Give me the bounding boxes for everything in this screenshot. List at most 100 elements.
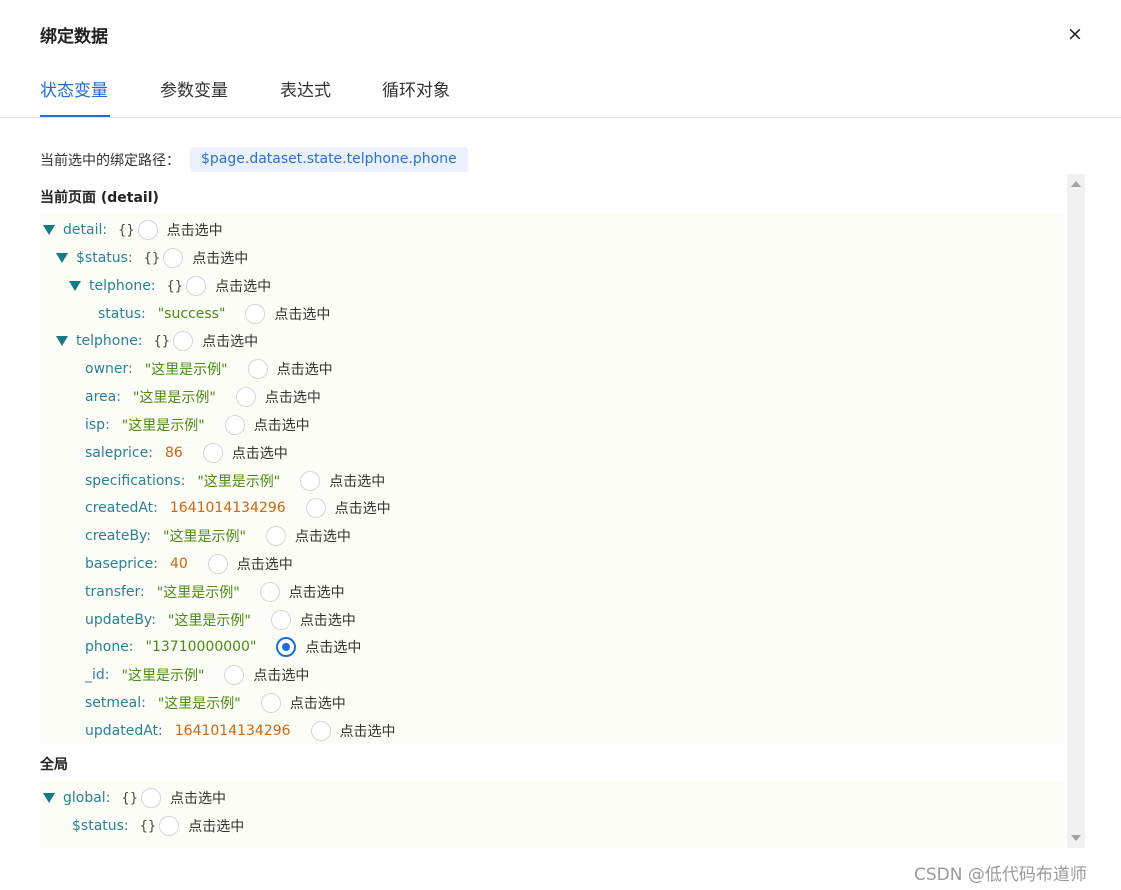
tree-value: "这里是示例" — [167, 613, 251, 629]
active-tab-indicator — [40, 115, 110, 117]
select-radio[interactable] — [137, 220, 158, 240]
tree-node-status: $status: {} 点击选中 — [56, 247, 248, 269]
tree-node-telphone: telphone: {} 点击选中 — [56, 330, 258, 352]
select-label[interactable]: 点击选中 — [253, 665, 309, 685]
select-radio[interactable] — [259, 582, 280, 602]
select-label[interactable]: 点击选中 — [335, 498, 391, 518]
scroll-up-arrow-icon[interactable] — [1071, 181, 1081, 187]
select-radio[interactable] — [207, 554, 228, 574]
tree-key: area: — [85, 389, 121, 405]
tab-param-variables[interactable]: 参数变量 — [160, 76, 228, 101]
select-label[interactable]: 点击选中 — [167, 220, 223, 240]
tree-key: transfer: — [85, 584, 145, 600]
select-label[interactable]: 点击选中 — [192, 248, 248, 268]
tree-leaf-field: _id: "这里是示例" 点击选中 — [85, 664, 309, 686]
select-label[interactable]: 点击选中 — [215, 276, 271, 296]
tree-leaf-field: updateBy: "这里是示例" 点击选中 — [85, 609, 356, 631]
select-radio[interactable] — [163, 248, 184, 268]
select-radio[interactable] — [245, 304, 266, 324]
select-radio[interactable] — [247, 359, 268, 379]
tree-value: "这里是示例" — [156, 585, 240, 601]
select-radio[interactable] — [310, 721, 331, 741]
select-label[interactable]: 点击选中 — [254, 415, 310, 435]
tree-leaf-field: phone: "13710000000" 点击选中 — [85, 636, 361, 658]
select-label[interactable]: 点击选中 — [265, 387, 321, 407]
select-radio[interactable] — [159, 816, 180, 836]
tree-key: phone: — [85, 639, 134, 655]
select-radio[interactable] — [224, 415, 245, 435]
object-brace: {} — [153, 333, 171, 349]
select-label[interactable]: 点击选中 — [305, 637, 361, 657]
select-label[interactable]: 点击选中 — [340, 721, 396, 741]
select-label[interactable]: 点击选中 — [300, 610, 356, 630]
select-label[interactable]: 点击选中 — [202, 331, 258, 351]
select-label[interactable]: 点击选中 — [329, 471, 385, 491]
tab-expression[interactable]: 表达式 — [280, 76, 331, 101]
tree-value: "这里是示例" — [197, 474, 281, 490]
select-label[interactable]: 点击选中 — [232, 443, 288, 463]
select-label[interactable]: 点击选中 — [188, 816, 244, 836]
select-radio[interactable] — [140, 788, 161, 808]
tree-leaf-field: createBy: "这里是示例" 点击选中 — [85, 525, 351, 547]
tree-key: owner: — [85, 361, 133, 377]
select-radio[interactable] — [224, 665, 245, 685]
tree-leaf-status: status: "success" 点击选中 — [98, 303, 330, 325]
select-radio[interactable] — [300, 471, 321, 491]
select-label[interactable]: 点击选中 — [274, 304, 330, 324]
select-radio[interactable] — [270, 610, 291, 630]
tree-value: "这里是示例" — [121, 418, 205, 434]
collapse-triangle-icon[interactable] — [69, 281, 81, 291]
select-radio[interactable] — [260, 693, 281, 713]
select-radio[interactable] — [202, 443, 223, 463]
select-radio[interactable] — [173, 331, 194, 351]
tree-node-global: global: {} 点击选中 — [43, 787, 226, 809]
tree-key: isp: — [85, 417, 110, 433]
tab-state-variables[interactable]: 状态变量 — [40, 76, 108, 101]
select-radio[interactable] — [235, 387, 256, 407]
tree-node-status-telphone: telphone: {} 点击选中 — [69, 275, 271, 297]
vertical-scrollbar[interactable] — [1067, 174, 1085, 848]
tree-key: createBy: — [85, 528, 152, 544]
tree-key: updatedAt: — [85, 723, 163, 739]
tree-leaf-field: area: "这里是示例" 点击选中 — [85, 386, 321, 408]
tab-loop-object[interactable]: 循环对象 — [382, 76, 450, 101]
tree-leaf-field: transfer: "这里是示例" 点击选中 — [85, 581, 345, 603]
select-label[interactable]: 点击选中 — [237, 554, 293, 574]
tree-leaf-field: createdAt: 1641014134296 点击选中 — [85, 497, 391, 519]
watermark: CSDN @低代码布道师 — [914, 865, 1087, 885]
tree-leaf-field: baseprice: 40 点击选中 — [85, 553, 293, 575]
tree-key: updateBy: — [85, 612, 156, 628]
select-radio[interactable] — [186, 276, 207, 296]
collapse-triangle-icon[interactable] — [56, 253, 68, 263]
collapse-triangle-icon[interactable] — [56, 336, 68, 346]
select-label[interactable]: 点击选中 — [277, 359, 333, 379]
section-title-global: 全局 — [40, 757, 68, 773]
select-radio-checked[interactable] — [276, 637, 297, 657]
select-radio[interactable] — [265, 526, 286, 546]
tab-bar: 状态变量 参数变量 表达式 循环对象 — [0, 64, 1121, 118]
global-tree-panel: global: {} 点击选中 $status: {} 点击选中 — [40, 782, 1064, 848]
select-radio[interactable] — [305, 498, 326, 518]
tree-value: "success" — [157, 306, 226, 322]
tree-key: specifications: — [85, 473, 186, 489]
tree-value: "这里是示例" — [132, 390, 216, 406]
collapse-triangle-icon[interactable] — [43, 225, 55, 235]
select-label[interactable]: 点击选中 — [289, 582, 345, 602]
tree-key: createdAt: — [85, 500, 158, 516]
scroll-down-arrow-icon[interactable] — [1071, 835, 1081, 841]
select-label[interactable]: 点击选中 — [295, 526, 351, 546]
tree-leaf-field: isp: "这里是示例" 点击选中 — [85, 414, 310, 436]
select-label[interactable]: 点击选中 — [290, 693, 346, 713]
dialog-title: 绑定数据 — [40, 27, 108, 47]
object-brace: {} — [139, 818, 157, 834]
tree-key: telphone: — [76, 333, 143, 349]
collapse-triangle-icon[interactable] — [43, 793, 55, 803]
tree-node-global-status: $status: {} 点击选中 — [72, 815, 244, 837]
tree-node-detail: detail: {} 点击选中 — [43, 219, 223, 241]
tree-key: $status: — [76, 250, 133, 266]
object-brace: {} — [121, 790, 138, 806]
tree-value: "这里是示例" — [121, 668, 205, 684]
close-icon[interactable]: × — [1066, 24, 1084, 44]
tree-value: 86 — [164, 445, 183, 461]
select-label[interactable]: 点击选中 — [170, 788, 226, 808]
